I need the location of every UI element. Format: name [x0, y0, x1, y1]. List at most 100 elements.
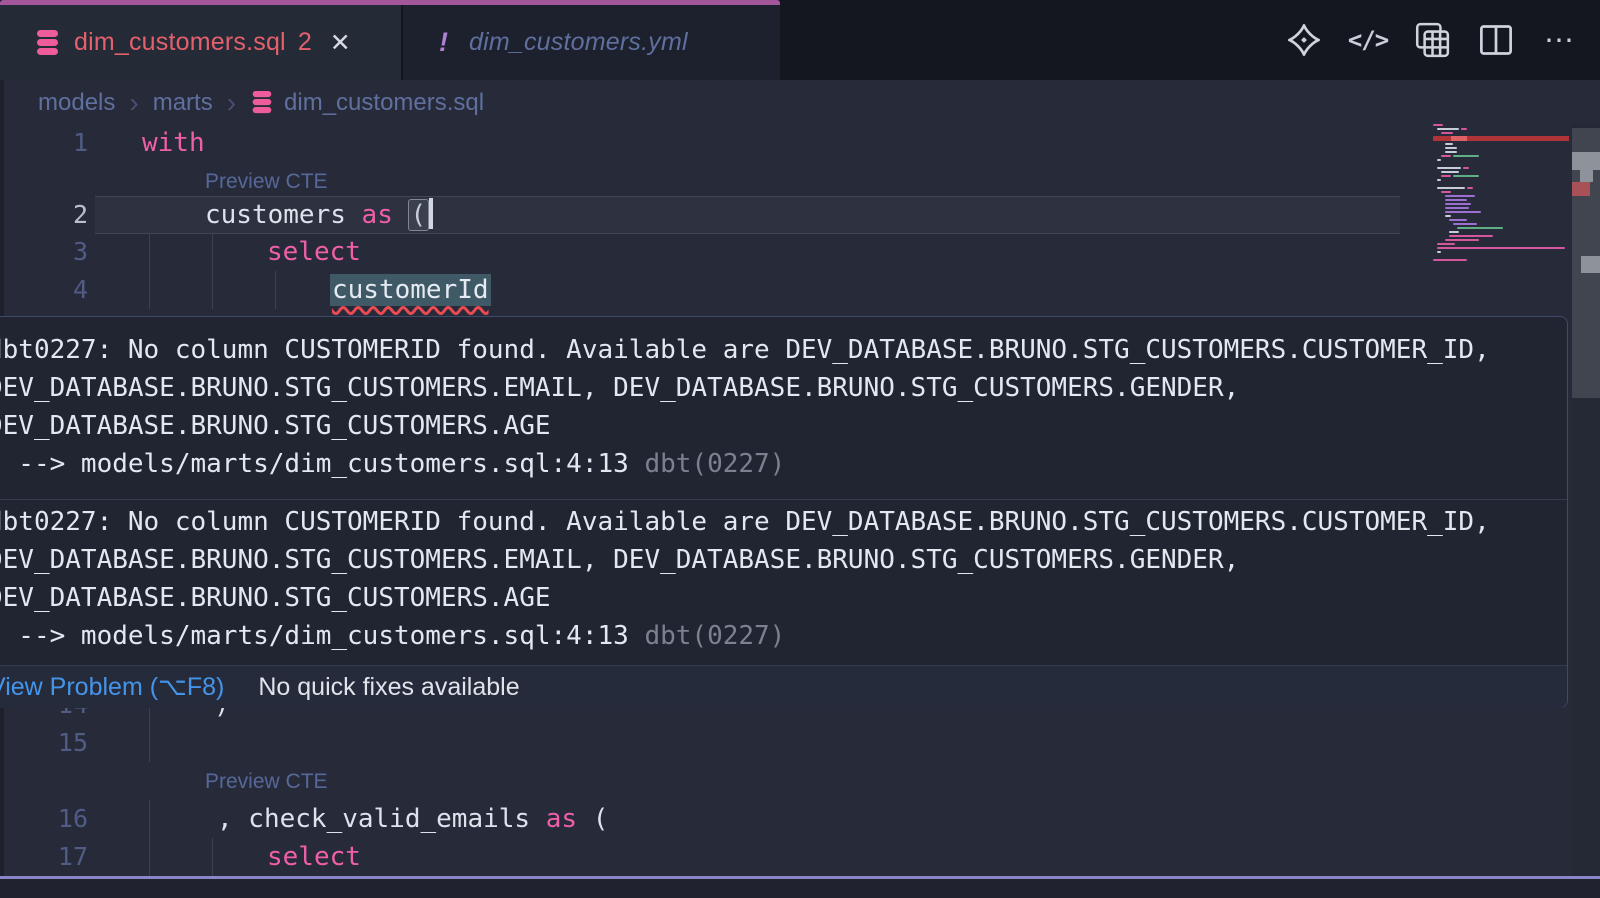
minimap-code-line — [1445, 199, 1467, 201]
minimap[interactable] — [1433, 124, 1569, 274]
minimap-code-line — [1437, 167, 1461, 169]
error-code: dbt(0227) — [644, 621, 785, 651]
minimap-code-line — [1437, 128, 1459, 130]
indent-guide — [149, 838, 150, 876]
indent-guide — [275, 271, 276, 309]
error-message-line: dbt0227: No column CUSTOMERID found. Ava… — [0, 503, 1567, 541]
indent-guide — [212, 271, 213, 309]
chevron-right-icon: › — [129, 91, 138, 115]
tab-filename: dim_customers.yml — [469, 28, 688, 57]
ruler-mark-modified — [1572, 152, 1600, 170]
editor-actions: </> ⋯ — [1284, 0, 1580, 80]
error-message-line: DEV_DATABASE.BRUNO.STG_CUSTOMERS.AGE — [0, 579, 1567, 617]
dbt-logo-icon[interactable] — [1284, 20, 1324, 60]
minimap-code-line — [1437, 179, 1441, 181]
line-number: 3 — [0, 233, 88, 271]
code-token: ( — [577, 804, 608, 834]
tab-dim-customers-yml[interactable]: ! dim_customers.yml — [403, 5, 780, 80]
code-line-2[interactable]: 2 customers as ( — [0, 196, 1400, 234]
code-token: as — [362, 200, 393, 230]
matched-bracket: ( — [409, 200, 429, 230]
warning-icon: ! — [439, 27, 448, 58]
code-line-3[interactable]: 3 select — [0, 233, 1400, 271]
code-token: as — [546, 804, 577, 834]
minimap-code-line — [1437, 243, 1455, 245]
minimap-code-line — [1445, 207, 1469, 209]
code-token: , check_valid_emails — [217, 804, 546, 834]
minimap-code-line — [1445, 147, 1457, 149]
minimap-code-line — [1449, 235, 1493, 237]
error-message-line: DEV_DATABASE.BRUNO.STG_CUSTOMERS.EMAIL, … — [0, 369, 1567, 407]
code-token: with — [142, 128, 205, 158]
minimap-code-line — [1453, 175, 1479, 177]
minimap-code-line — [1445, 203, 1471, 205]
editor-window: dim_customers.sql 2 ✕ ! dim_customers.ym… — [0, 0, 1600, 898]
close-icon[interactable]: ✕ — [330, 28, 351, 58]
minimap-code-line — [1437, 251, 1441, 253]
minimap-code-line — [1441, 155, 1451, 157]
indent-guide — [149, 271, 150, 309]
tab-problem-count: 2 — [298, 28, 312, 57]
code-text: customerId — [330, 271, 491, 309]
error-code: dbt(0227) — [644, 449, 785, 479]
more-actions-icon[interactable]: ⋯ — [1540, 20, 1580, 60]
ruler-mark-modified — [1580, 170, 1593, 182]
minimap-code-line — [1453, 155, 1479, 157]
code-text: customers as ( — [205, 196, 433, 234]
minimap-code-line — [1445, 143, 1453, 145]
line-number: 4 — [0, 271, 88, 309]
minimap-code-line — [1437, 187, 1465, 189]
line-number: 2 — [0, 196, 88, 234]
code-token: select — [267, 842, 361, 872]
code-token: select — [267, 237, 361, 267]
line-number: 15 — [0, 724, 88, 762]
error-message-line: DEV_DATABASE.BRUNO.STG_CUSTOMERS.EMAIL, … — [0, 541, 1567, 579]
minimap-code-line — [1433, 259, 1467, 261]
code-lens-preview-cte[interactable]: Preview CTE — [205, 170, 328, 194]
minimap-code-line — [1457, 227, 1503, 229]
minimap-code-line — [1441, 171, 1459, 173]
error-message-line: --> models/marts/dim_customers.sql:4:13 … — [0, 445, 1567, 483]
code-line-16[interactable]: 16 , check_valid_emails as ( — [0, 800, 1400, 838]
minimap-code-line — [1445, 215, 1451, 217]
query-results-icon[interactable] — [1412, 20, 1452, 60]
line-number: 17 — [0, 838, 88, 876]
chevron-right-icon: › — [227, 91, 236, 115]
popup-divider — [0, 499, 1567, 500]
indent-guide — [212, 233, 213, 271]
minimap-code-line — [1437, 159, 1441, 161]
minimap-code-line — [1461, 128, 1467, 130]
indent-guide — [149, 724, 150, 762]
error-message-line: --> models/marts/dim_customers.sql:4:13 … — [0, 617, 1567, 655]
code-text: select — [267, 838, 361, 876]
database-icon — [250, 90, 274, 115]
indent-guide — [149, 800, 150, 838]
indent-guide — [212, 838, 213, 876]
breadcrumb-marts[interactable]: marts — [153, 89, 213, 117]
tab-dim-customers-sql[interactable]: dim_customers.sql 2 ✕ — [0, 5, 402, 80]
minimap-code-line — [1445, 195, 1475, 197]
error-hover-popup: dbt0227: No column CUSTOMERID found. Ava… — [0, 316, 1568, 708]
ruler-mark-modified — [1581, 256, 1600, 273]
error-token-customerid[interactable]: customerId — [330, 274, 491, 306]
line-number: 16 — [0, 800, 88, 838]
code-line-1[interactable]: 1 with — [0, 124, 1400, 162]
breadcrumb: models › marts › dim_customers.sql — [0, 80, 1600, 125]
error-message-line: dbt0227: No column CUSTOMERID found. Ava… — [0, 331, 1567, 369]
line-number: 1 — [0, 124, 88, 162]
code-line-15[interactable]: 15 — [0, 724, 1400, 762]
text-cursor — [429, 198, 433, 229]
compile-sql-icon[interactable]: </> — [1348, 20, 1388, 60]
minimap-code-line — [1453, 223, 1477, 225]
split-editor-icon[interactable] — [1476, 20, 1516, 60]
indent-guide — [149, 233, 150, 271]
code-line-4[interactable]: 4 customerId — [0, 271, 1400, 309]
minimap-code-line — [1445, 151, 1457, 153]
minimap-code-line — [1437, 247, 1565, 249]
breadcrumb-models[interactable]: models — [38, 89, 115, 117]
minimap-code-line — [1441, 132, 1453, 134]
breadcrumb-file[interactable]: dim_customers.sql — [284, 89, 484, 117]
code-lens-preview-cte[interactable]: Preview CTE — [205, 770, 328, 794]
code-line-17[interactable]: 17 select — [0, 838, 1400, 876]
view-problem-link[interactable]: View Problem (⌥F8) — [0, 672, 224, 702]
